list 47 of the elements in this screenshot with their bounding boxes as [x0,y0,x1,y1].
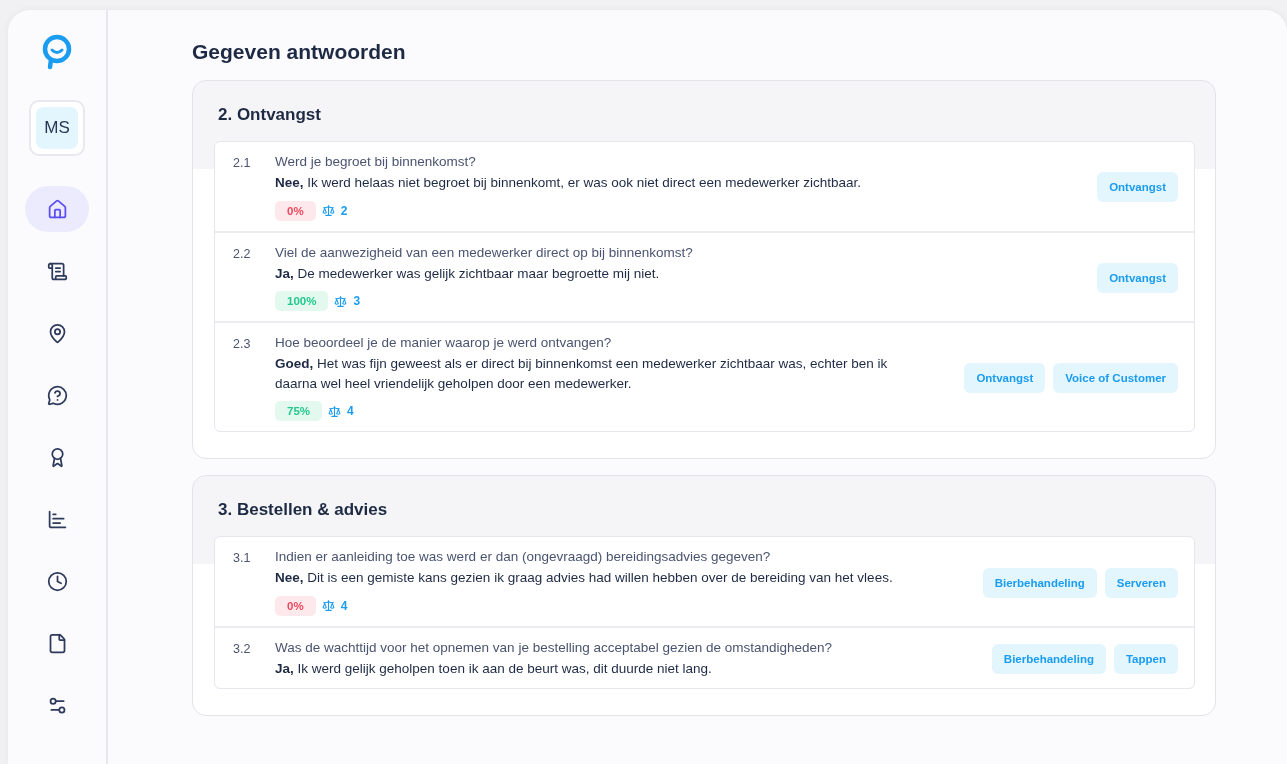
avatar-initials: MS [36,107,78,149]
logo-icon [41,34,73,70]
question-number: 2.3 [233,336,252,352]
scroll-icon [46,260,68,282]
category-tag: Bierbehandeling [982,567,1097,598]
answer-text: Nee, Ik werd helaas niet begroet bij binnenkomt, er was ook niet direct een medewerker zichtbaar. [275,174,863,192]
score-badge: 100% [275,291,329,312]
avatar[interactable]: MS [29,100,85,156]
weight-value: 3 [353,294,361,309]
question-text: Was de wachttijd voor het opnemen van je bestelling acceptabel gezien de omstandigheden? [275,639,834,655]
scale-icon [328,404,342,418]
question-number: 3.1 [233,550,252,566]
home-icon [46,198,68,220]
clock-icon [46,570,68,592]
answer-text: Goed, Het was fijn geweest als er direct bij binnenkomst een medewerker zichtbaar was, echter ben ik daarna wel heel vriendelijk geholpen door een medewerker. [275,355,889,393]
section-title: 2. Ontvangst [217,104,322,126]
scale-icon [334,294,348,308]
category-tag: Voice of Customer [1053,363,1178,394]
category-tag: Tappen [1113,644,1178,675]
scale-icon [321,204,335,218]
answer-text: Nee, Dit is een gemiste kans gezien ik graag advies had willen hebben over de bereiding van het vlees. [275,569,894,588]
score-badge: 0% [275,595,316,616]
weight-value: 4 [340,598,348,613]
question-number: 2.2 [233,245,252,261]
category-tag: Ontvangst [964,363,1046,394]
score-badge: 0% [275,200,316,221]
question-text: Hoe beoordeel je de manier waarop je werd ontvangen? [275,335,613,351]
answer-text: Ja, De medewerker was gelijk zichtbaar maar begroette mij niet. [275,264,661,283]
category-tag: Ontvangst [1097,172,1178,203]
scale-icon [321,599,335,613]
page-title: Gegeven antwoorden [192,40,407,64]
question-bubble-icon [46,384,68,406]
score-badge: 75% [275,401,323,422]
weight-value: 4 [347,404,354,419]
question-text: Werd je begroet bij binnenkomst? [275,154,477,169]
nav-item[interactable] [25,186,89,232]
category-tag: Serveren [1104,567,1178,598]
category-tag: Ontvangst [1097,262,1178,293]
answer-text: Ja, Ik werd gelijk geholpen toen ik aan de beurt was, dit duurde niet lang. [275,659,713,678]
question-text: Indien er aanleiding toe was werd er dan (ongevraagd) bereidingsadvies gegeven? [275,549,772,565]
question-number: 2.1 [233,155,252,170]
question-text: Viel de aanwezigheid van een medewerker direct op bij binnenkomst? [275,244,694,260]
category-tag: Bierbehandeling [991,644,1106,675]
section-title: 3. Bestellen & advies [217,499,389,522]
bar-chart-icon [46,508,68,530]
weight-value: 2 [340,203,348,218]
question-number: 3.2 [233,640,252,656]
